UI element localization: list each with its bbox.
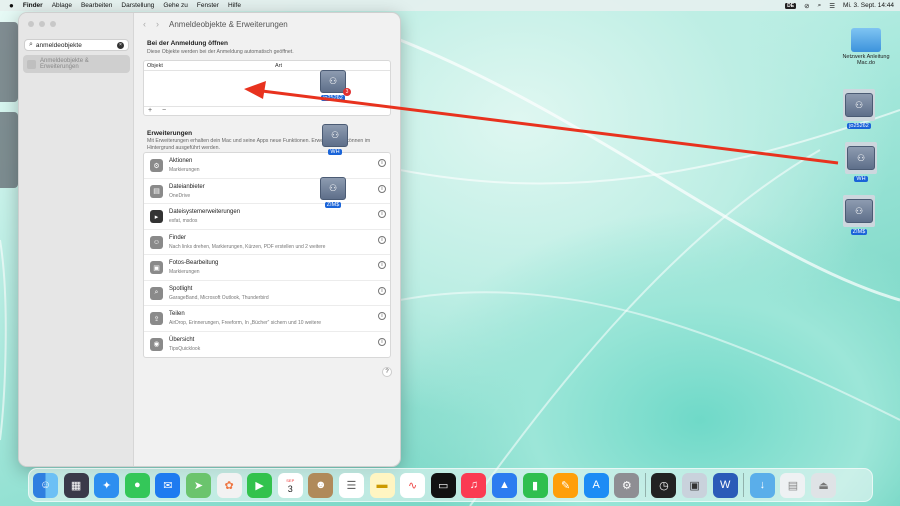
calendar-day: 3: [287, 484, 293, 494]
launchpad-icon[interactable]: ▦: [63, 472, 89, 498]
document-icon[interactable]: ▤: [780, 472, 806, 498]
drive-label: jo25262: [847, 123, 871, 129]
photos-icon[interactable]: ✿: [216, 472, 242, 498]
red-arrow-annotation: [244, 81, 839, 165]
contacts-icon[interactable]: ☻: [308, 472, 334, 498]
notes-icon[interactable]: ▬: [369, 472, 395, 498]
preview-icon[interactable]: ▣: [682, 472, 708, 498]
folder-icon: [851, 28, 881, 52]
desktop-folder[interactable]: Netzwerk Anleitung Mac.do: [836, 28, 896, 66]
trash-icon[interactable]: ⏏: [811, 472, 837, 498]
system-settings-icon[interactable]: ⚙: [614, 472, 640, 498]
mail-icon[interactable]: ✉: [155, 472, 181, 498]
keynote-icon[interactable]: ▲: [491, 472, 517, 498]
dock-separator: [644, 473, 646, 497]
network-drive-icon: ⚇: [847, 146, 875, 170]
desktop-drive-jo25262[interactable]: ⚇ jo25262: [834, 89, 884, 129]
finder-icon[interactable]: ☺: [33, 472, 58, 498]
desktop-drive-zim[interactable]: ⚇ ZIM$: [834, 195, 884, 235]
tv-icon[interactable]: ▭: [430, 472, 456, 498]
reminders-icon[interactable]: ☰: [338, 472, 364, 498]
app-store-icon[interactable]: A: [583, 472, 609, 498]
downloads-folder-icon[interactable]: ↓: [749, 472, 775, 498]
pages-icon[interactable]: ✎: [553, 472, 579, 498]
network-drive-icon: ⚇: [845, 199, 873, 223]
calendar-icon[interactable]: SEP 3: [277, 472, 303, 498]
desktop-drive-wh[interactable]: ⚇ WH: [836, 142, 886, 182]
dock-separator: [743, 473, 745, 497]
maps-icon[interactable]: ➤: [185, 472, 211, 498]
network-drive-icon: ⚇: [845, 93, 873, 117]
safari-icon[interactable]: ✦: [94, 472, 120, 498]
drive-label: WH: [854, 176, 868, 182]
numbers-icon[interactable]: ▮: [522, 472, 548, 498]
messages-icon[interactable]: ●: [124, 472, 150, 498]
folder-label: Netzwerk Anleitung Mac.do: [842, 54, 890, 66]
word-icon[interactable]: W: [712, 472, 738, 498]
dock: ☺ ▦ ✦ ● ✉ ➤ ✿ ▶ SEP 3 ☻ ☰ ▬ ∿ ▭ ♫ ▲ ▮ ✎ A…: [28, 468, 873, 502]
facetime-icon[interactable]: ▶: [247, 472, 273, 498]
clock-icon[interactable]: ◷: [651, 472, 677, 498]
drive-label: ZIM$: [850, 229, 868, 235]
music-icon[interactable]: ♫: [461, 472, 487, 498]
freeform-icon[interactable]: ∿: [400, 472, 426, 498]
